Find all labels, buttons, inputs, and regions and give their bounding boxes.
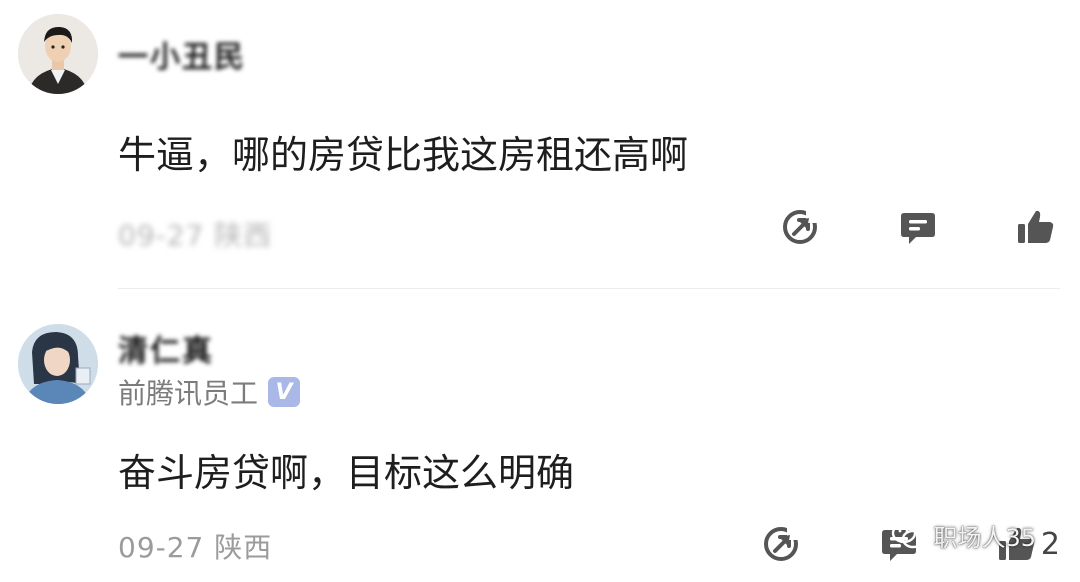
like-button[interactable] — [1016, 207, 1060, 247]
username[interactable]: 清仁真 — [118, 326, 214, 370]
verified-icon: V — [268, 377, 301, 407]
divider — [118, 288, 1060, 289]
share-button[interactable] — [780, 207, 820, 247]
like-count: 2 — [1040, 526, 1060, 562]
share-icon — [783, 209, 820, 244]
comment-text: 奋斗房贷啊，目标这么明确 — [118, 451, 575, 495]
comment-meta: 09-27 陕西 — [118, 219, 273, 252]
reply-button[interactable] — [898, 207, 938, 247]
comment-meta: 09-27 陕西 — [118, 531, 273, 564]
share-button[interactable] — [761, 524, 801, 564]
reply-icon — [901, 213, 935, 244]
avatar[interactable] — [18, 14, 98, 94]
user-avatar-icon — [18, 324, 98, 404]
badge-text: 前腾讯员工 — [118, 377, 259, 410]
wechat-icon — [892, 522, 925, 548]
comment-text: 牛逼，哪的房贷比我这房租还高啊 — [118, 133, 689, 177]
comment-1: 一小丑民 牛逼，哪的房贷比我这房租还高啊 09-27 陕西 — [0, 0, 1080, 290]
avatar[interactable] — [18, 324, 98, 404]
watermark: 职场人35 — [891, 518, 1036, 553]
watermark-text: 职场人35 — [933, 524, 1036, 552]
user-badge: 前腾讯员工 V — [118, 372, 301, 412]
comment-actions — [702, 207, 1060, 247]
username[interactable]: 一小丑民 — [118, 32, 246, 76]
user-avatar-icon — [18, 14, 98, 94]
thumbs-up-icon — [1018, 210, 1054, 243]
share-icon — [763, 526, 801, 561]
